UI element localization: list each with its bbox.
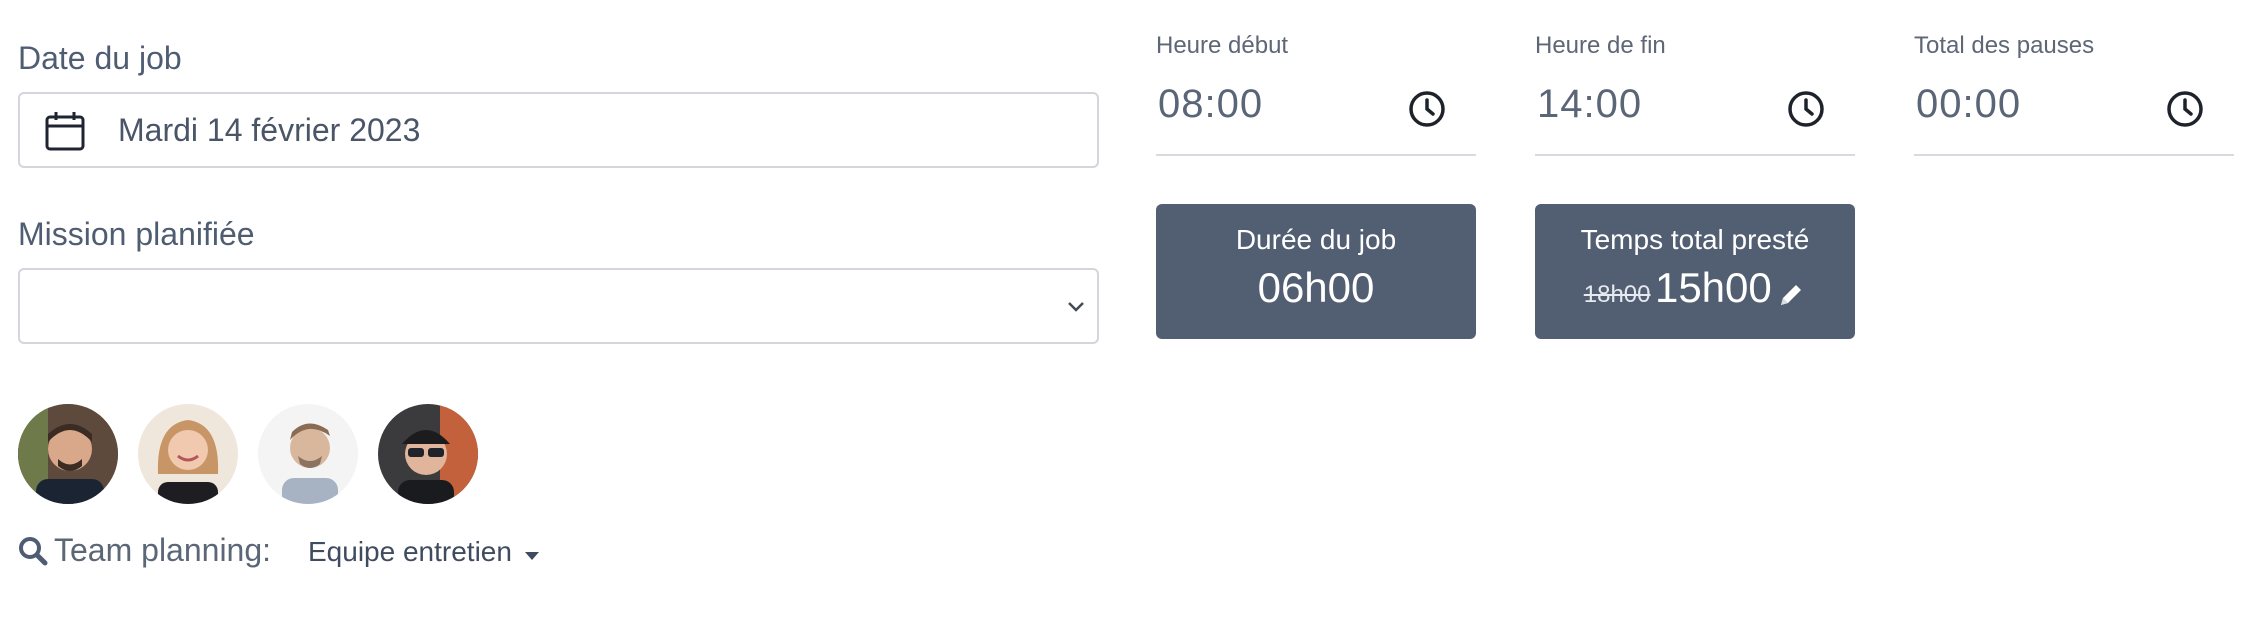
team-selected: Equipe entretien	[308, 536, 512, 567]
team-dropdown[interactable]: Equipe entretien	[308, 536, 540, 568]
date-field[interactable]: Mardi 14 février 2023	[18, 92, 1099, 168]
mission-label: Mission planifiée	[18, 216, 255, 252]
avatar[interactable]	[138, 404, 238, 504]
job-duration-value: 06h00	[1257, 264, 1375, 311]
clock-icon[interactable]	[2166, 90, 2204, 128]
date-value: Mardi 14 février 2023	[118, 112, 421, 148]
date-label: Date du job	[18, 40, 182, 76]
total-time-value: 15h00	[1654, 264, 1772, 311]
breaks-underline	[1914, 154, 2234, 156]
breaks-label: Total des pauses	[1914, 32, 2095, 59]
avatar[interactable]	[18, 404, 118, 504]
chevron-down-icon	[1066, 300, 1086, 314]
calendar-icon	[44, 110, 86, 152]
avatar[interactable]	[378, 404, 478, 504]
caret-down-icon	[524, 548, 540, 566]
start-time-label: Heure début	[1156, 32, 1289, 59]
clock-icon[interactable]	[1408, 90, 1446, 128]
avatar[interactable]	[258, 404, 358, 504]
end-time-value[interactable]: 14:00	[1537, 82, 1642, 127]
end-time-label: Heure de fin	[1535, 32, 1666, 59]
job-duration-title: Durée du job	[1235, 224, 1397, 255]
team-planning-label: Team planning:	[54, 532, 272, 568]
clock-icon[interactable]	[1787, 90, 1825, 128]
mission-select[interactable]	[18, 268, 1099, 344]
search-icon	[18, 536, 48, 566]
end-time-underline	[1535, 154, 1855, 156]
start-time-value[interactable]: 08:00	[1158, 82, 1263, 127]
total-time-old-value: 18h00	[1583, 281, 1651, 308]
pencil-icon[interactable]	[1776, 280, 1806, 315]
total-time-card[interactable]: Temps total presté 18h00 15h00	[1535, 204, 1855, 339]
total-time-title: Temps total presté	[1580, 224, 1810, 255]
start-time-underline	[1156, 154, 1476, 156]
breaks-value[interactable]: 00:00	[1916, 82, 2021, 127]
job-duration-card: Durée du job 06h00	[1156, 204, 1476, 339]
